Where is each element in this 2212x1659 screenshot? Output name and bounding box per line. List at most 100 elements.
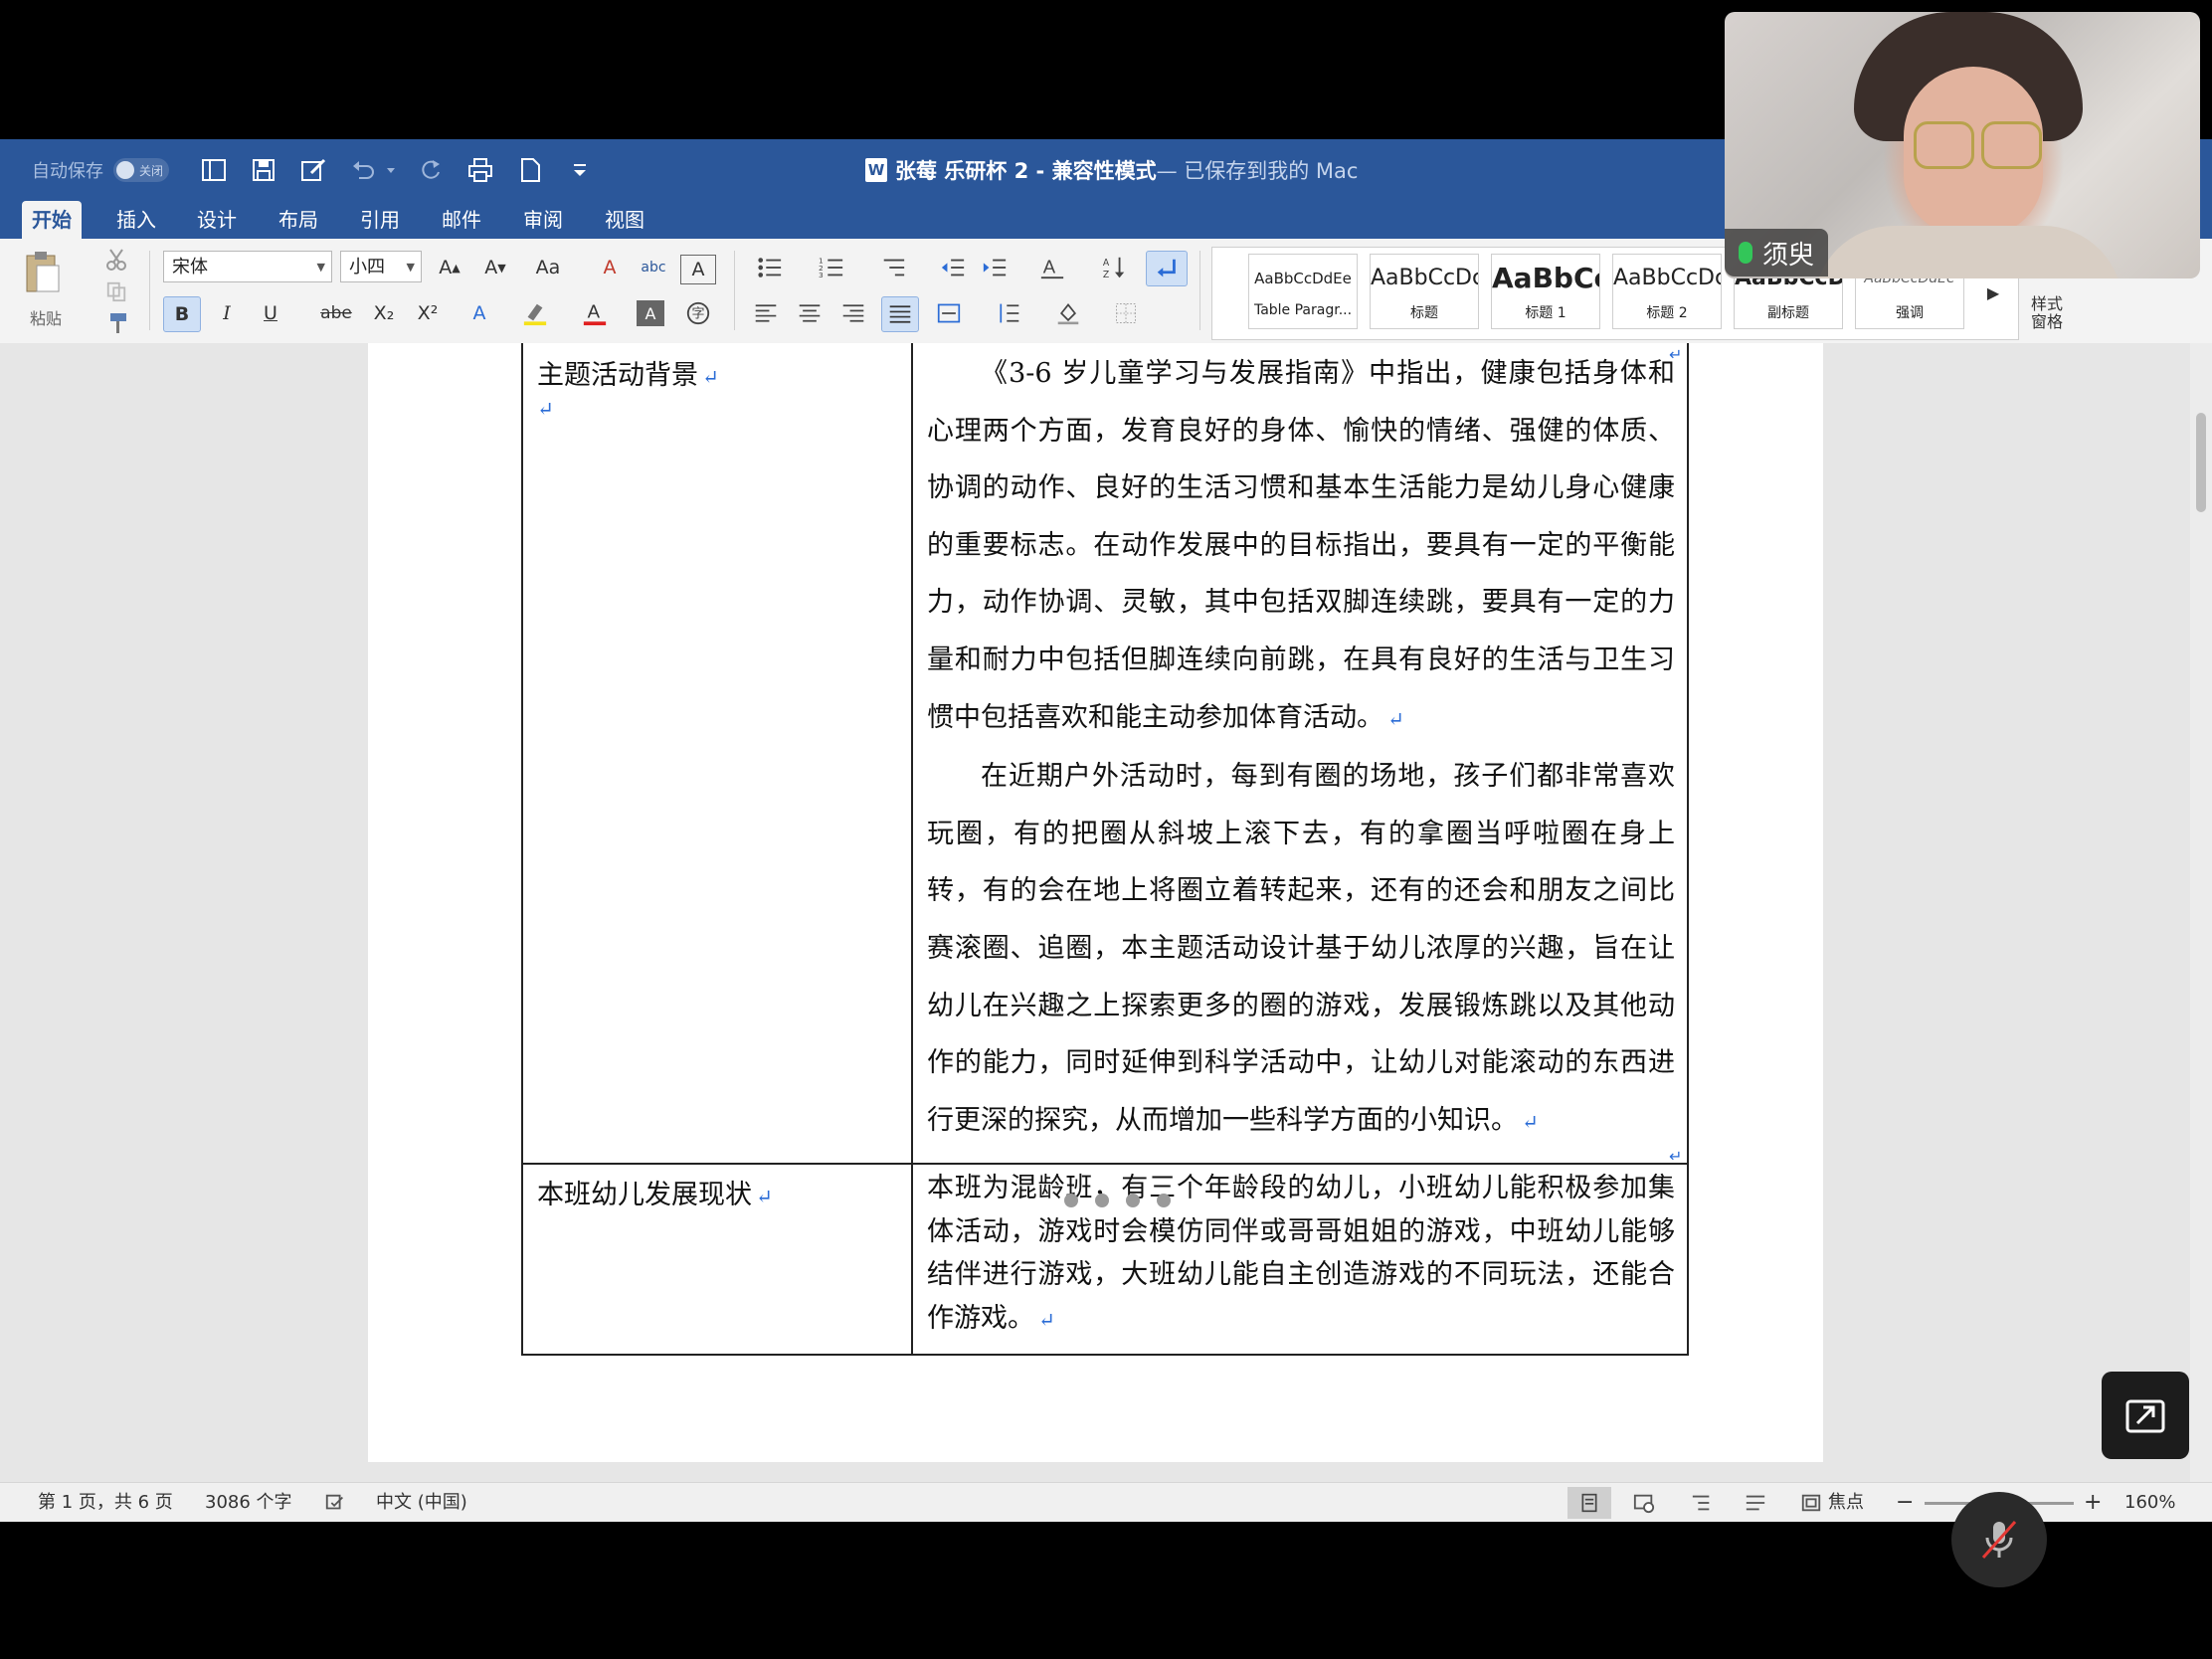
tab-review[interactable]: 审阅 bbox=[513, 201, 573, 239]
tab-home[interactable]: 开始 bbox=[22, 201, 82, 239]
shading-icon[interactable] bbox=[1046, 296, 1090, 330]
tab-layout[interactable]: 布局 bbox=[269, 201, 328, 239]
language-indicator[interactable]: 中文 (中国) bbox=[376, 1483, 467, 1522]
outline-view-icon[interactable] bbox=[1691, 1483, 1713, 1522]
enclose-characters-icon[interactable]: 字 bbox=[680, 296, 716, 330]
zoom-in-icon[interactable]: + bbox=[2084, 1483, 2102, 1522]
redo-icon[interactable] bbox=[414, 153, 448, 187]
style-heading-1[interactable]: AaBbCc 标题 1 bbox=[1491, 254, 1600, 329]
numbering-icon[interactable]: 123 bbox=[810, 251, 853, 284]
page-dot[interactable] bbox=[1157, 1194, 1171, 1207]
document-page[interactable]: 主题活动背景 ↵ ↵ 《3-6 岁儿童学习与发展指南》中指出，健康包括身体和心理两… bbox=[368, 343, 1823, 1462]
style-heading-2[interactable]: AaBbCcDc 标题 2 bbox=[1612, 254, 1722, 329]
tab-design[interactable]: 设计 bbox=[187, 201, 247, 239]
bullets-icon[interactable] bbox=[748, 251, 792, 284]
focus-mode-button[interactable]: 焦点 bbox=[1800, 1483, 1864, 1522]
undo-icon[interactable] bbox=[346, 153, 380, 187]
document-name: 张莓 乐研杯 2 - 兼容性模式 bbox=[895, 159, 1157, 183]
copy-icon[interactable] bbox=[99, 275, 133, 308]
zoom-out-icon[interactable]: − bbox=[1896, 1483, 1914, 1522]
participant-label: 须臾 bbox=[1725, 229, 1829, 276]
table-cell-label[interactable]: 主题活动背景 ↵ ↵ bbox=[521, 343, 913, 1166]
font-size-select[interactable]: 小四 ▼ bbox=[340, 251, 422, 282]
undo-dropdown-icon[interactable] bbox=[384, 153, 398, 187]
character-shading-icon[interactable]: A bbox=[637, 300, 664, 326]
asian-layout-icon[interactable]: A bbox=[1030, 251, 1074, 284]
paragraph: 在近期户外活动时，每到有圈的场地，孩子们都非常喜欢玩圈，有的把圈从斜坡上滚下去，… bbox=[927, 748, 1675, 1151]
page-dot[interactable] bbox=[1064, 1194, 1078, 1207]
page-dot[interactable] bbox=[1095, 1194, 1109, 1207]
justify-icon[interactable] bbox=[881, 296, 919, 332]
subscript-button[interactable]: X₂ bbox=[364, 296, 404, 330]
tab-insert[interactable]: 插入 bbox=[106, 201, 166, 239]
align-right-icon[interactable] bbox=[835, 296, 871, 330]
tab-view[interactable]: 视图 bbox=[595, 201, 654, 239]
align-center-icon[interactable] bbox=[792, 296, 828, 330]
highlight-icon[interactable] bbox=[515, 296, 555, 330]
table-cell-content[interactable]: 本班为混龄班，有三个年龄段的幼儿，小班幼儿能积极参加集体活动，游戏时会模仿同伴或… bbox=[911, 1163, 1689, 1357]
borders-icon[interactable] bbox=[1104, 296, 1148, 330]
mute-button[interactable] bbox=[1951, 1492, 2047, 1587]
participant-name: 须臾 bbox=[1762, 240, 1815, 271]
paragraph-mark: ↵ bbox=[1522, 1109, 1539, 1134]
share-icon bbox=[2125, 1399, 2165, 1433]
autosave-label: 自动保存 bbox=[32, 161, 103, 182]
show-formatting-marks-icon[interactable] bbox=[1146, 251, 1188, 286]
distributed-icon[interactable] bbox=[931, 296, 967, 330]
format-painter-icon[interactable] bbox=[99, 306, 133, 340]
table-cell-label[interactable]: 本班幼儿发展现状 ↵ bbox=[521, 1163, 913, 1357]
cut-icon[interactable] bbox=[99, 243, 133, 276]
style-table-paragraph[interactable]: AaBbCcDdEe Table Paragr... bbox=[1248, 254, 1358, 329]
bold-button[interactable]: B bbox=[163, 296, 201, 332]
scrollbar-thumb[interactable] bbox=[2196, 413, 2206, 512]
vertical-scrollbar[interactable] bbox=[2190, 343, 2212, 1482]
strikethrough-button[interactable]: abe bbox=[314, 296, 358, 330]
superscript-button[interactable]: X² bbox=[408, 296, 448, 330]
font-color-icon[interactable]: A bbox=[575, 296, 615, 330]
font-name-select[interactable]: 宋体 ▼ bbox=[163, 251, 332, 282]
styles-pane-button[interactable]: 样式 窗格 bbox=[2025, 288, 2069, 338]
decrease-indent-icon[interactable] bbox=[935, 251, 971, 284]
increase-indent-icon[interactable] bbox=[977, 251, 1013, 284]
zoom-level[interactable]: 160% bbox=[2124, 1483, 2175, 1522]
style-title[interactable]: AaBbCcDc 标题 bbox=[1370, 254, 1479, 329]
page-dot[interactable] bbox=[1126, 1194, 1140, 1207]
paste-label: 粘贴 bbox=[30, 309, 63, 328]
autosave-toggle[interactable]: 关闭 bbox=[113, 158, 169, 182]
sort-icon[interactable]: AZ bbox=[1094, 251, 1134, 284]
draft-view-icon[interactable] bbox=[1745, 1483, 1766, 1522]
tab-mailings[interactable]: 邮件 bbox=[432, 201, 491, 239]
word-count[interactable]: 3086 个字 bbox=[205, 1483, 292, 1522]
sidebar-icon[interactable] bbox=[197, 153, 231, 187]
shrink-font-icon[interactable]: A ▼ bbox=[475, 251, 515, 284]
line-spacing-icon[interactable] bbox=[985, 296, 1032, 330]
multilevel-list-icon[interactable] bbox=[871, 251, 915, 284]
italic-button[interactable]: I bbox=[209, 296, 245, 330]
chevron-down-icon: ▼ bbox=[316, 261, 325, 274]
edit-icon[interactable] bbox=[296, 153, 330, 187]
save-status: — 已保存到我的 Mac bbox=[1156, 159, 1359, 183]
proofing-icon[interactable] bbox=[324, 1483, 346, 1522]
phonetic-guide-icon[interactable]: abc bbox=[635, 251, 672, 284]
gallery-next-icon[interactable]: ▶ bbox=[1978, 276, 2008, 309]
text-effects-icon[interactable]: A bbox=[460, 296, 499, 330]
print-icon[interactable] bbox=[463, 153, 497, 187]
tab-references[interactable]: 引用 bbox=[350, 201, 410, 239]
customize-toolbar-icon[interactable] bbox=[563, 153, 597, 187]
paste-icon[interactable] bbox=[18, 247, 68, 296]
save-icon[interactable] bbox=[247, 153, 280, 187]
print-layout-view-icon[interactable] bbox=[1567, 1487, 1611, 1519]
underline-button[interactable]: U bbox=[253, 296, 288, 330]
align-left-icon[interactable] bbox=[748, 296, 784, 330]
page-count[interactable]: 第 1 页，共 6 页 bbox=[38, 1483, 173, 1522]
clear-formatting-icon[interactable]: A bbox=[591, 251, 629, 284]
table-row: 主题活动背景 ↵ ↵ 《3-6 岁儿童学习与发展指南》中指出，健康包括身体和心理两… bbox=[521, 343, 1689, 1166]
grow-font-icon[interactable]: A ▲ bbox=[430, 251, 469, 284]
share-screen-button[interactable] bbox=[2102, 1372, 2189, 1459]
character-border-icon[interactable]: A bbox=[680, 255, 716, 284]
paragraph: 《3-6 岁儿童学习与发展指南》中指出，健康包括身体和心理两个方面，发育良好的身… bbox=[927, 345, 1675, 748]
web-layout-view-icon[interactable] bbox=[1633, 1483, 1655, 1522]
new-document-icon[interactable] bbox=[513, 153, 547, 187]
table-cell-content[interactable]: 《3-6 岁儿童学习与发展指南》中指出，健康包括身体和心理两个方面，发育良好的身… bbox=[911, 343, 1689, 1166]
change-case-icon[interactable]: Aa bbox=[523, 251, 573, 284]
